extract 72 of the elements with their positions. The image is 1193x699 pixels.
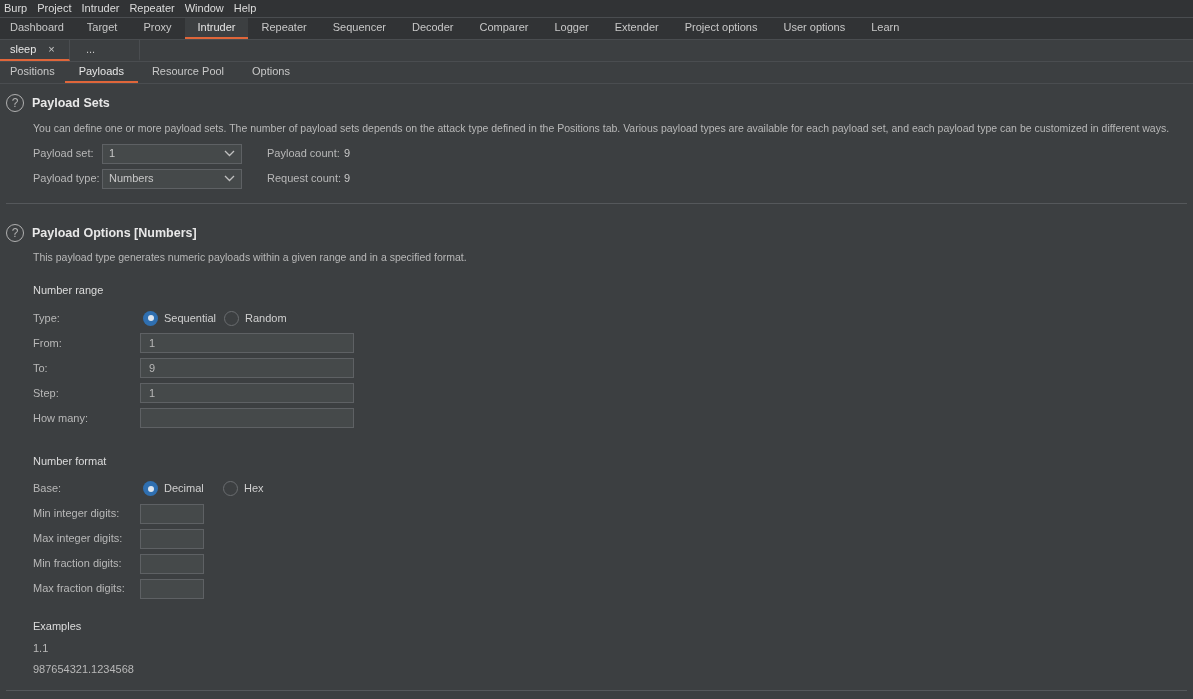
tab[interactable]: Decoder (398, 18, 467, 39)
tab[interactable]: sleep × (0, 40, 70, 61)
input-field[interactable] (140, 408, 354, 428)
tab[interactable]: ... (70, 40, 140, 61)
radio-label: Hex (244, 481, 264, 497)
field-label: Max fraction digits: (33, 581, 126, 597)
field-label: Type: (33, 310, 61, 326)
count-label: Payload count: (267, 146, 341, 162)
input-field[interactable] (140, 578, 204, 599)
section-description: You can define one or more payload sets. The number of payload sets depends on the attack type defined in the Positions tab. Various payload types are available for each payload set, and each payload type can be customized in different ways. (33, 120, 1170, 136)
tab[interactable]: Dashboard (0, 18, 74, 39)
tab[interactable]: Target (73, 18, 131, 39)
group-heading: Number range (33, 283, 105, 298)
section-title: Payload Sets (32, 95, 110, 112)
menu-item[interactable]: Repeater (124, 0, 180, 17)
input-field[interactable]: 9 (140, 358, 354, 378)
tab[interactable]: Extender (601, 18, 672, 39)
field-label: Payload set: (33, 146, 95, 162)
count-value: 9 (344, 146, 351, 162)
radio-label: Random (245, 310, 287, 326)
dropdown[interactable]: 1 (102, 143, 242, 164)
radio-button[interactable] (143, 310, 158, 326)
radio-label: Decimal (164, 481, 204, 497)
tab[interactable]: Learn (858, 18, 913, 39)
field-label: Payload type: (33, 171, 101, 187)
menu-item[interactable]: Intruder (76, 0, 125, 17)
example-value: 987654321.1234568 (33, 662, 135, 677)
tab-label: ... (86, 42, 96, 58)
count-value: 9 (344, 171, 351, 187)
field-label: Base: (33, 481, 63, 497)
radio-label: Sequential (164, 310, 216, 326)
chevron-down-icon (224, 175, 235, 182)
radio-button[interactable] (143, 481, 158, 496)
tab[interactable]: Resource Pool (137, 62, 239, 83)
field-label: Min fraction digits: (33, 556, 123, 572)
dropdown[interactable]: Numbers (102, 168, 242, 189)
menu-item[interactable]: Help (228, 0, 262, 17)
field-label: Max integer digits: (33, 531, 124, 547)
tab[interactable]: Sequencer (319, 18, 399, 39)
section-description: This payload type generates numeric payloads within a given range and in a specified format. (33, 250, 468, 266)
input-field[interactable]: 1 (140, 333, 354, 353)
field-label: How many: (33, 410, 90, 426)
group-heading: Examples (33, 619, 83, 634)
menu-item[interactable]: Burp (0, 0, 33, 17)
tab[interactable]: Intruder (184, 18, 249, 39)
radio-button[interactable] (223, 481, 238, 496)
section-title: Payload Options [Numbers] (32, 224, 197, 242)
close-icon[interactable]: × (48, 41, 55, 58)
field-label: Step: (33, 385, 60, 401)
tab[interactable]: Positions (0, 62, 65, 83)
menu-item[interactable]: Window (179, 0, 229, 17)
tab[interactable]: Comparer (466, 18, 542, 39)
field-label: From: (33, 335, 63, 351)
tab[interactable]: Proxy (130, 18, 185, 39)
input-field[interactable] (140, 553, 204, 574)
radio-button[interactable] (224, 310, 239, 326)
input-field[interactable] (140, 503, 204, 524)
tab[interactable]: Logger (541, 18, 602, 39)
tab[interactable]: Repeater (248, 18, 320, 39)
input-field[interactable] (140, 528, 204, 549)
input-field[interactable]: 1 (140, 383, 354, 403)
count-label: Request count: (267, 171, 342, 187)
tab-label: sleep (10, 42, 37, 58)
group-heading: Number format (33, 453, 108, 469)
field-label: Min integer digits: (33, 506, 121, 522)
field-label: To: (33, 360, 49, 376)
example-value: 1.1 (33, 640, 50, 656)
chevron-down-icon (224, 150, 235, 157)
tab[interactable]: Project options (671, 18, 771, 39)
tab[interactable]: User options (770, 18, 859, 39)
tab[interactable]: Options (238, 62, 304, 83)
menu-item[interactable]: Project (32, 0, 77, 17)
